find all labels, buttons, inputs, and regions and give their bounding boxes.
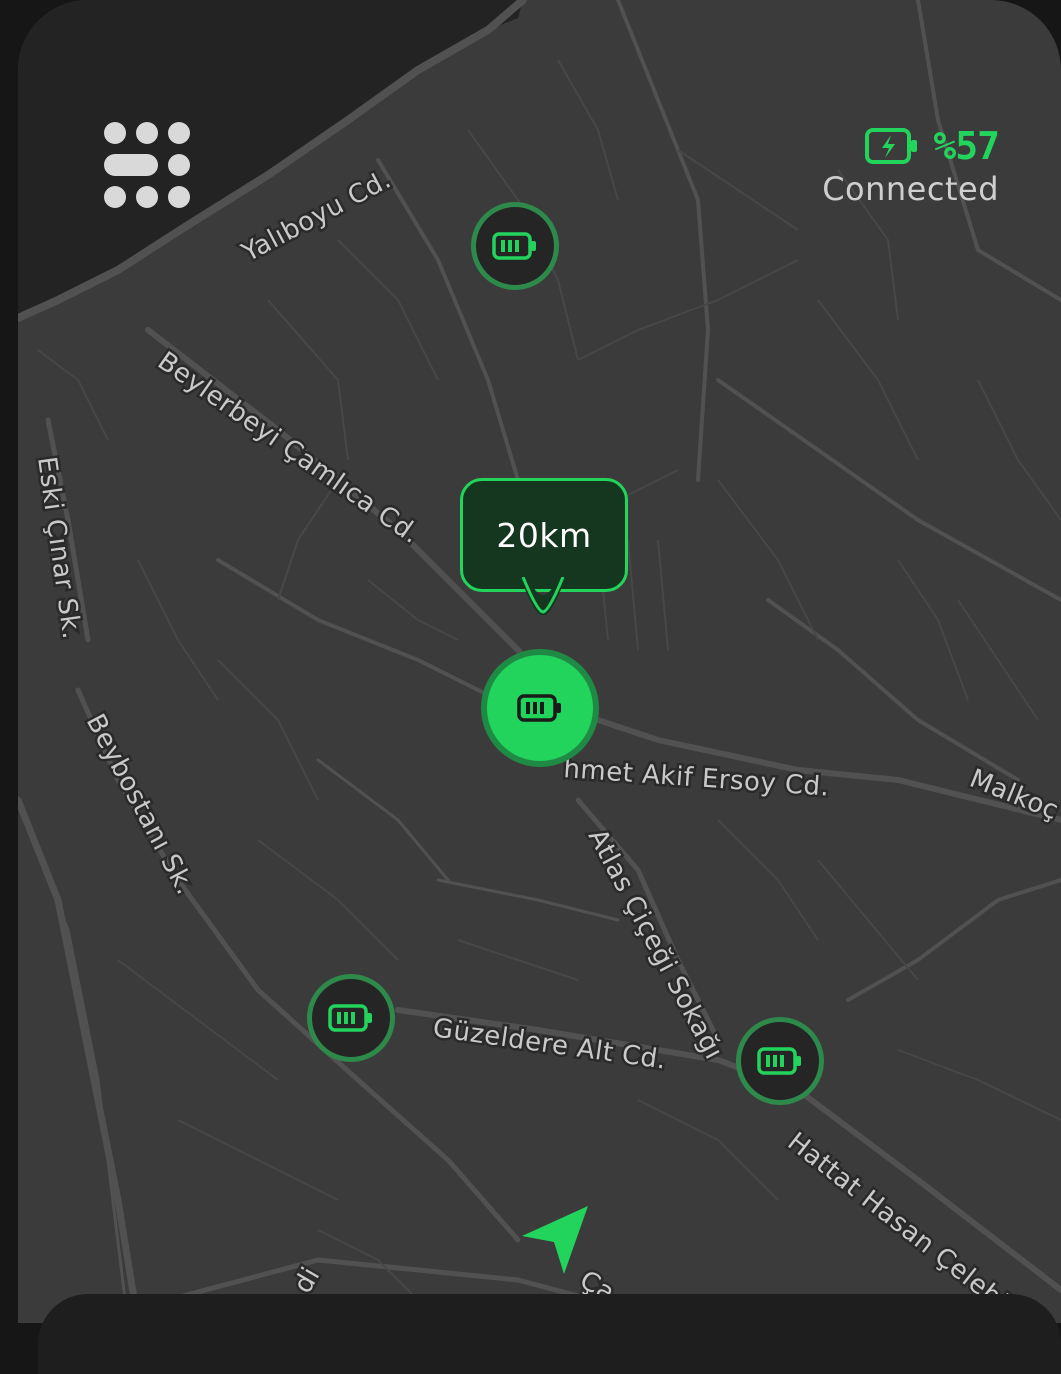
street-label-beybostani: Beybostanı Sk. bbox=[80, 709, 200, 900]
street-label-mehmet-akif: hmet Akif Ersoy Cd. bbox=[563, 754, 831, 803]
map-frame[interactable]: Yalıboyu Cd. Beylerbeyi Çamlıca Cd. Eski… bbox=[18, 0, 1061, 1323]
street-label-beylerbeyi: Beylerbeyi Çamlıca Cd. bbox=[152, 346, 425, 550]
connection-text: Connected bbox=[822, 170, 999, 208]
bottom-sheet[interactable] bbox=[38, 1294, 1061, 1374]
battery-icon bbox=[757, 1047, 801, 1075]
street-label-guzeldere: Güzeldere Alt Cd. bbox=[431, 1013, 668, 1075]
charging-station-marker[interactable] bbox=[307, 974, 395, 1062]
battery-icon bbox=[328, 1004, 372, 1032]
navigation-arrow-icon[interactable] bbox=[516, 1200, 596, 1280]
range-label: 20km bbox=[496, 515, 592, 555]
street-label-malkoc: Malkoç bbox=[965, 764, 1061, 827]
range-bubble: 20km bbox=[460, 478, 628, 592]
connection-status: %57 Connected bbox=[822, 124, 1000, 208]
water-area bbox=[18, 0, 523, 318]
bubble-tail bbox=[521, 577, 565, 615]
battery-percent: %57 bbox=[933, 124, 1000, 168]
battery-icon bbox=[517, 694, 561, 722]
charging-station-marker[interactable] bbox=[736, 1017, 824, 1105]
street-label-eski-cinar: Eski Çınar Sk. bbox=[31, 455, 86, 641]
street-label-atlas: Atlas Çiçeği Sokağı bbox=[582, 824, 729, 1064]
menu-button[interactable] bbox=[104, 120, 194, 210]
battery-charging-icon bbox=[865, 128, 918, 164]
battery-icon bbox=[492, 232, 536, 260]
charging-station-marker[interactable] bbox=[471, 202, 559, 290]
selected-charging-station[interactable] bbox=[481, 649, 599, 767]
